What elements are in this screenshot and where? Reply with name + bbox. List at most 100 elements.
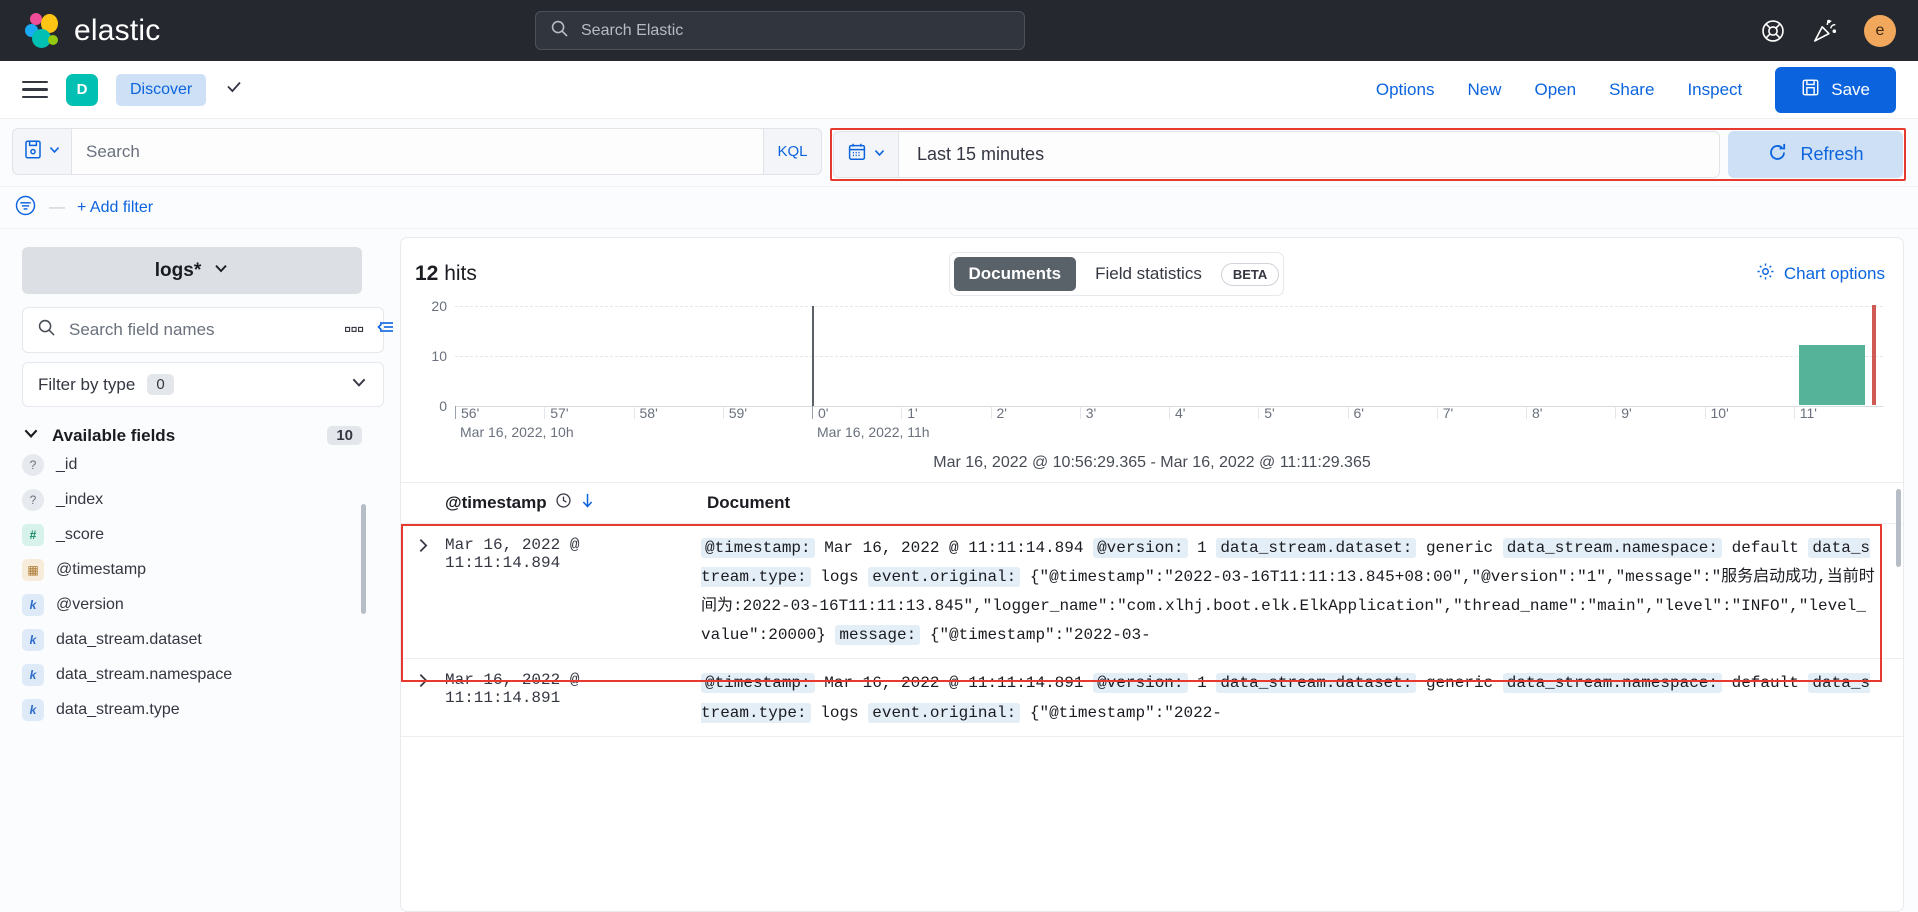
- tab-field-statistics[interactable]: Field statistics: [1080, 257, 1217, 291]
- query-bar: Search KQL Last 15 minutes Refresh: [0, 119, 1918, 187]
- row-timestamp: Mar 16, 2022 @ 11:11:14.891: [445, 671, 580, 708]
- filter-by-type-button[interactable]: Filter by type 0: [22, 362, 384, 407]
- chevron-right-icon[interactable]: [401, 669, 445, 727]
- nav-options[interactable]: Options: [1376, 80, 1435, 100]
- field-sidebar: logs* Search field names Filter by type …: [0, 229, 400, 912]
- chart-x-tick: 10': [1704, 406, 1729, 420]
- tab-documents[interactable]: Documents: [953, 257, 1077, 291]
- document-field-key: @version:: [1093, 673, 1188, 694]
- field-row[interactable]: k data_stream.dataset: [22, 622, 384, 657]
- available-fields-header[interactable]: Available fields 10: [22, 424, 384, 447]
- nav-inspect[interactable]: Inspect: [1687, 80, 1742, 100]
- document-field-key: data_stream.dataset:: [1216, 538, 1417, 558]
- global-search-input[interactable]: Search Elastic: [535, 11, 1025, 50]
- breadcrumb-discover[interactable]: Discover: [116, 73, 207, 106]
- document-field-value: logs: [810, 703, 869, 722]
- help-lifebuoy-icon[interactable]: [1760, 18, 1786, 44]
- column-timestamp-label: @timestamp: [445, 493, 547, 512]
- field-row[interactable]: # _score: [22, 517, 384, 552]
- time-range-label: Mar 16, 2022 @ 10:56:29.365 - Mar 16, 20…: [933, 454, 1371, 471]
- saved-query-button[interactable]: [12, 128, 71, 175]
- date-range-value[interactable]: Last 15 minutes: [898, 131, 1720, 178]
- chart-x-tick: 2': [990, 406, 1007, 420]
- document-field-value: Mar 16, 2022 @ 11:11:14.891: [814, 674, 1094, 693]
- date-range-highlight-box: Last 15 minutes Refresh: [830, 128, 1906, 181]
- row-timestamp: Mar 16, 2022 @ 11:11:14.894: [445, 536, 580, 572]
- search-icon: [37, 318, 56, 342]
- table-row[interactable]: Mar 16, 2022 @ 11:11:14.894 @timestamp: M…: [401, 524, 1903, 660]
- chart-x-tick: 58': [633, 406, 658, 420]
- chart-options-button[interactable]: Chart options: [1756, 262, 1885, 286]
- field-row[interactable]: k @version: [22, 587, 384, 622]
- chart-x-tick: 5': [1258, 406, 1275, 420]
- chart-x-tick: 1': [901, 406, 918, 420]
- search-input[interactable]: Search: [71, 128, 764, 175]
- global-search-placeholder: Search Elastic: [581, 21, 684, 39]
- refresh-button[interactable]: Refresh: [1728, 131, 1903, 178]
- chart-x-tick: 57': [544, 406, 569, 420]
- field-name: _score: [56, 525, 105, 543]
- field-search-input[interactable]: Search field names: [22, 307, 384, 353]
- chart-bar[interactable]: [1799, 345, 1866, 405]
- save-disk-icon: [1801, 78, 1820, 102]
- chart-x-axis: 56' Mar 16, 2022, 10h 57' 58' 59' 0' Mar 16, 2…: [455, 406, 1883, 448]
- grid-columns-icon[interactable]: [345, 321, 364, 339]
- field-row[interactable]: ? _id: [22, 447, 384, 482]
- field-row[interactable]: ? _index: [22, 482, 384, 517]
- brand-name: elastic: [74, 13, 161, 47]
- document-field-value: Mar 16, 2022 @ 11:11:14.894: [814, 539, 1094, 557]
- chart-x-tick: 56': [455, 406, 479, 420]
- field-name: data_stream.namespace: [56, 665, 233, 683]
- field-list: ? _id? _index # _score ▦ @timestamp k @version k d…: [22, 447, 384, 727]
- row-document: @timestamp: Mar 16, 2022 @ 11:11:14.894 …: [701, 534, 1903, 650]
- date-picker[interactable]: Last 15 minutes: [833, 131, 1720, 178]
- document-field-value: 1: [1187, 674, 1217, 693]
- save-button[interactable]: Save: [1775, 66, 1896, 113]
- app-badge-discover[interactable]: D: [66, 73, 98, 106]
- document-field-value: generic: [1416, 539, 1503, 557]
- field-row[interactable]: ▦ @timestamp: [22, 552, 384, 587]
- document-field-key: @version:: [1093, 538, 1188, 558]
- hamburger-menu-icon[interactable]: [22, 80, 48, 99]
- sort-desc-arrow-icon[interactable]: [580, 492, 595, 514]
- document-field-value: default: [1722, 539, 1809, 557]
- field-row[interactable]: k data_stream.type: [22, 692, 384, 727]
- elastic-brand[interactable]: elastic: [24, 12, 161, 49]
- document-field-value: 1: [1187, 539, 1217, 557]
- kql-language-button[interactable]: KQL: [764, 128, 822, 175]
- index-pattern-select[interactable]: logs*: [22, 247, 362, 294]
- document-field-key: data_stream.namespace:: [1502, 538, 1722, 558]
- nav-open[interactable]: Open: [1534, 80, 1576, 100]
- view-tabs: Documents Field statistics BETA: [948, 252, 1285, 296]
- chart-y-tick: 20: [431, 298, 447, 314]
- nav-new[interactable]: New: [1467, 80, 1501, 100]
- chevron-right-icon[interactable]: [401, 534, 445, 650]
- string-field-type-icon: k: [22, 698, 44, 721]
- field-row[interactable]: k data_stream.namespace: [22, 657, 384, 692]
- nav-share[interactable]: Share: [1609, 80, 1654, 100]
- user-avatar[interactable]: e: [1864, 14, 1896, 47]
- checkmark-icon[interactable]: [224, 77, 244, 102]
- column-header-timestamp[interactable]: @timestamp: [401, 492, 701, 514]
- main-content: 12 hits Documents Field statistics BETA: [345, 229, 1918, 912]
- confetti-announcement-icon[interactable]: [1812, 18, 1838, 44]
- app-navigation: D Discover Options New Open Share Inspec…: [0, 61, 1918, 119]
- chart-plot-area[interactable]: 20 10 0: [431, 298, 1883, 414]
- chevron-down-icon: [22, 424, 40, 447]
- add-filter-button[interactable]: + Add filter: [77, 199, 153, 217]
- table-row[interactable]: Mar 16, 2022 @ 11:11:14.891 @timestamp: M…: [401, 659, 1903, 737]
- global-header: elastic Search Elastic e: [0, 0, 1918, 61]
- clock-icon: [555, 492, 572, 514]
- field-name: _index: [56, 490, 104, 508]
- sidebar-scrollbar[interactable]: [361, 504, 366, 614]
- collapse-sidebar-icon[interactable]: [376, 318, 396, 341]
- field-name: data_stream.type: [56, 700, 180, 718]
- chart-x-tick: 8': [1526, 406, 1542, 420]
- calendar-quick-select-button[interactable]: [833, 131, 898, 178]
- filter-list-icon[interactable]: [14, 194, 37, 222]
- field-name: @timestamp: [56, 560, 147, 578]
- panel-header: 12 hits Documents Field statistics BETA: [401, 238, 1903, 302]
- chart-hour-separator: [812, 306, 814, 406]
- histogram-chart[interactable]: 20 10 0 56' Mar 16, 2022, 10h 57' 58' 59' 0' Mar…: [401, 298, 1903, 448]
- chart-y-tick: 0: [439, 398, 447, 414]
